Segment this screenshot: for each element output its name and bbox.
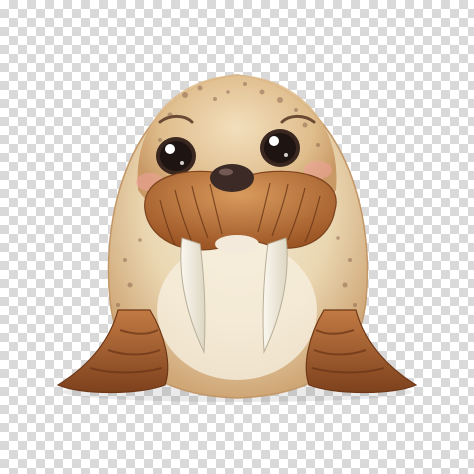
walrus-illustration (56, 74, 418, 402)
chin (215, 235, 259, 253)
nose (210, 164, 254, 192)
nose-highlight (219, 168, 233, 176)
transparent-background (0, 0, 474, 474)
left-eye (156, 137, 196, 175)
right-eye (260, 129, 300, 167)
